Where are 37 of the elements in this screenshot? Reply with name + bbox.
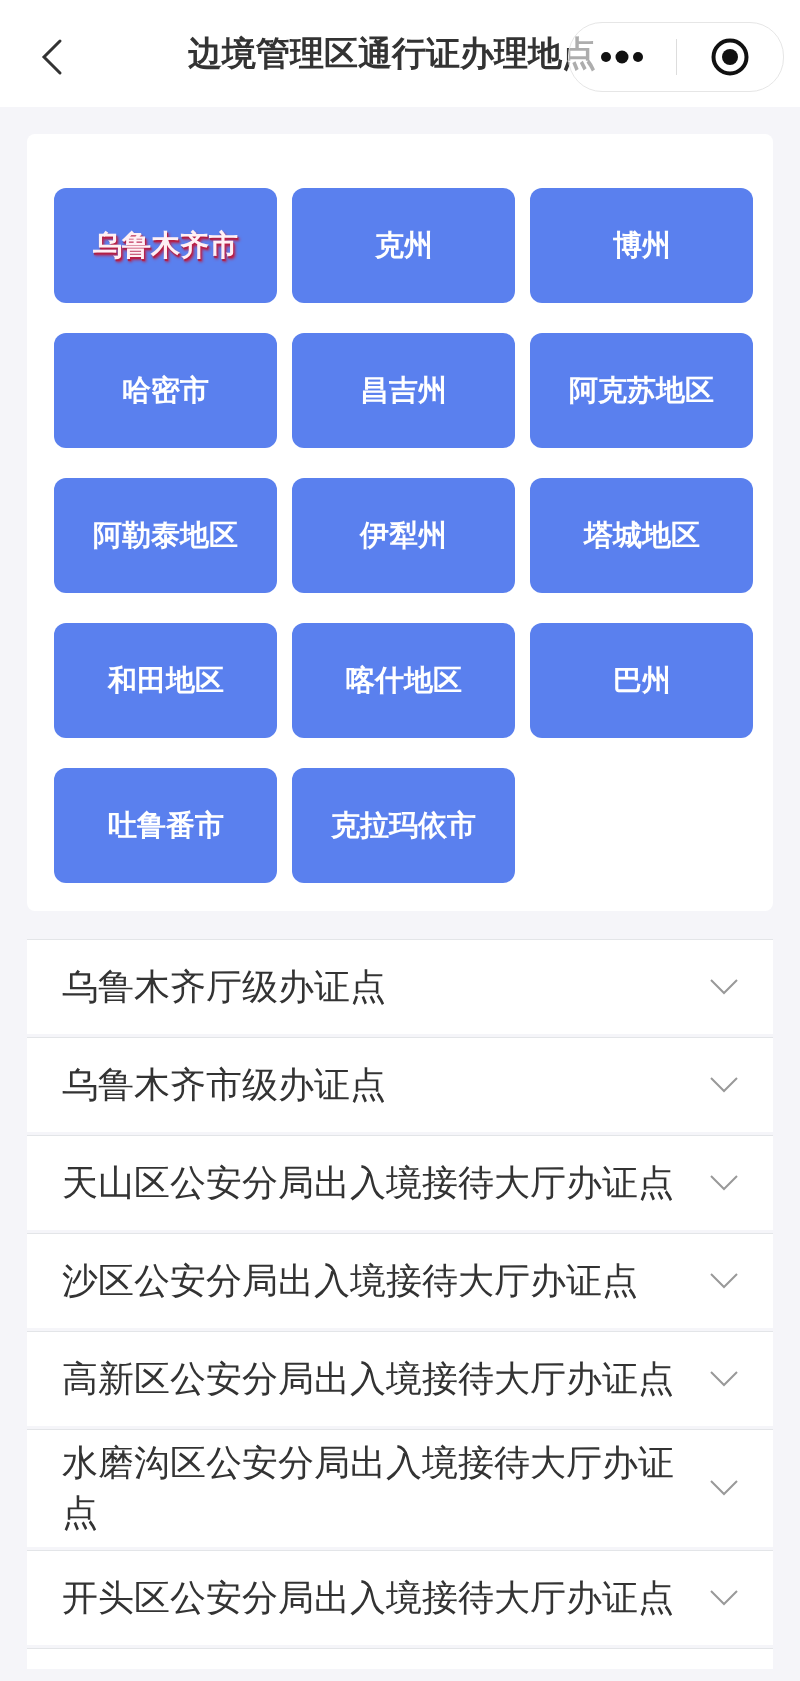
region-button[interactable]: 克州 bbox=[292, 188, 515, 303]
region-button[interactable]: 吐鲁番市 bbox=[54, 768, 277, 883]
office-row[interactable]: 天山区公安分局出入境接待大厅办证点 bbox=[27, 1135, 773, 1230]
region-button[interactable]: 塔城地区 bbox=[530, 478, 753, 593]
office-name: 水磨沟区公安分局出入境接待大厅办证点 bbox=[62, 1441, 675, 1536]
chevron-down-icon[interactable] bbox=[709, 1272, 739, 1290]
office-name: 高新区公安分局出入境接待大厅办证点 bbox=[62, 1356, 675, 1401]
region-button[interactable]: 博州 bbox=[530, 188, 753, 303]
chevron-down-icon[interactable] bbox=[709, 978, 739, 996]
office-row[interactable]: 乌鲁木齐厅级办证点 bbox=[27, 939, 773, 1034]
office-name: 天山区公安分局出入境接待大厅办证点 bbox=[62, 1160, 675, 1205]
chevron-down-icon[interactable] bbox=[709, 1479, 739, 1498]
office-row[interactable]: 沙区公安分局出入境接待大厅办证点 bbox=[27, 1233, 773, 1328]
office-name: 沙区公安分局出入境接待大厅办证点 bbox=[62, 1258, 639, 1303]
more-icon[interactable] bbox=[599, 50, 646, 64]
office-row[interactable]: 高新区公安分局出入境接待大厅办证点 bbox=[27, 1331, 773, 1426]
office-name: 开头区公安分局出入境接待大厅办证点 bbox=[62, 1575, 675, 1620]
region-button[interactable]: 和田地区 bbox=[54, 623, 277, 738]
region-button[interactable]: 巴州 bbox=[530, 623, 753, 738]
region-button[interactable]: 昌吉州 bbox=[292, 333, 515, 448]
office-row[interactable]: 乌鲁木齐市级办证点 bbox=[27, 1037, 773, 1132]
chevron-down-icon[interactable] bbox=[709, 1588, 739, 1607]
region-button[interactable]: 伊犁州 bbox=[292, 478, 515, 593]
chevron-down-icon[interactable] bbox=[709, 1370, 739, 1388]
office-row[interactable]: 开头区公安分局出入境接待大厅办证点 bbox=[27, 1549, 773, 1645]
page-title: 边境管理区通行证办理地点 bbox=[188, 31, 596, 75]
region-button[interactable]: 阿克苏地区 bbox=[530, 333, 753, 448]
region-button[interactable]: 乌鲁木齐市 bbox=[54, 188, 277, 303]
region-button[interactable]: 喀什地区 bbox=[292, 623, 515, 738]
region-button[interactable]: 克拉玛依市 bbox=[292, 768, 515, 883]
chevron-down-icon[interactable] bbox=[709, 1174, 739, 1192]
region-button[interactable]: 阿勒泰地区 bbox=[54, 478, 277, 593]
region-button[interactable]: 哈密市 bbox=[54, 333, 277, 448]
office-name: 乌鲁木齐厅级办证点 bbox=[62, 964, 387, 1009]
office-name: 乌鲁木齐市级办证点 bbox=[62, 1062, 387, 1107]
office-row[interactable]: 水磨沟区公安分局出入境接待大厅办证点 bbox=[27, 1429, 773, 1547]
chevron-down-icon[interactable] bbox=[709, 1076, 739, 1094]
